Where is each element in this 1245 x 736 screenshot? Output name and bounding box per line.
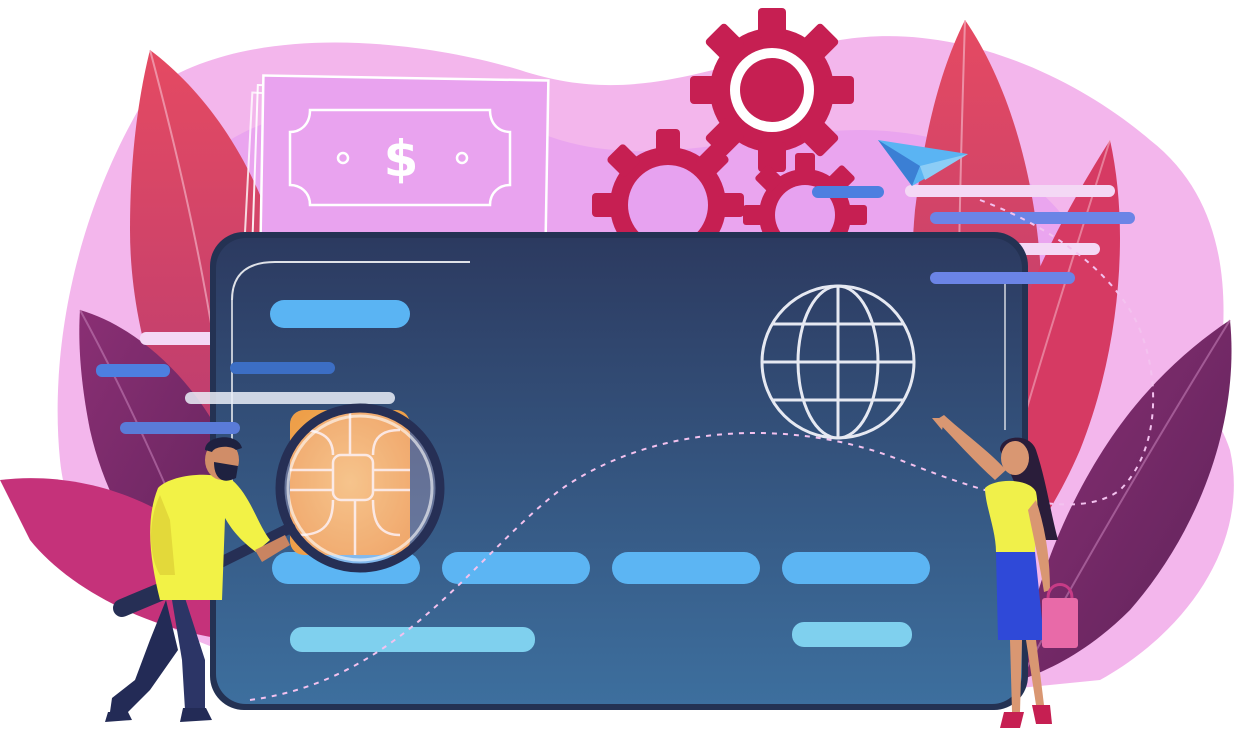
credit-card-illustration: $ bbox=[0, 8, 1234, 728]
card-number-bar bbox=[782, 552, 930, 584]
decor-streak bbox=[905, 185, 1115, 197]
globe-icon bbox=[760, 284, 916, 440]
decor-streak bbox=[185, 392, 395, 404]
decor-streak bbox=[930, 272, 1075, 284]
card-expiry-bar bbox=[792, 622, 912, 647]
dollar-symbol: $ bbox=[384, 130, 419, 188]
card-number-bar bbox=[612, 552, 760, 584]
card-label-bar bbox=[270, 300, 410, 328]
decor-streak bbox=[120, 422, 240, 434]
decor-streak bbox=[930, 212, 1135, 224]
decor-streak bbox=[812, 186, 884, 198]
illustration-scene: $ bbox=[0, 0, 1245, 736]
card-number-bar bbox=[442, 552, 590, 584]
card-holder-bar bbox=[290, 627, 535, 652]
decor-streak bbox=[96, 364, 170, 377]
decor-streak bbox=[230, 362, 335, 374]
